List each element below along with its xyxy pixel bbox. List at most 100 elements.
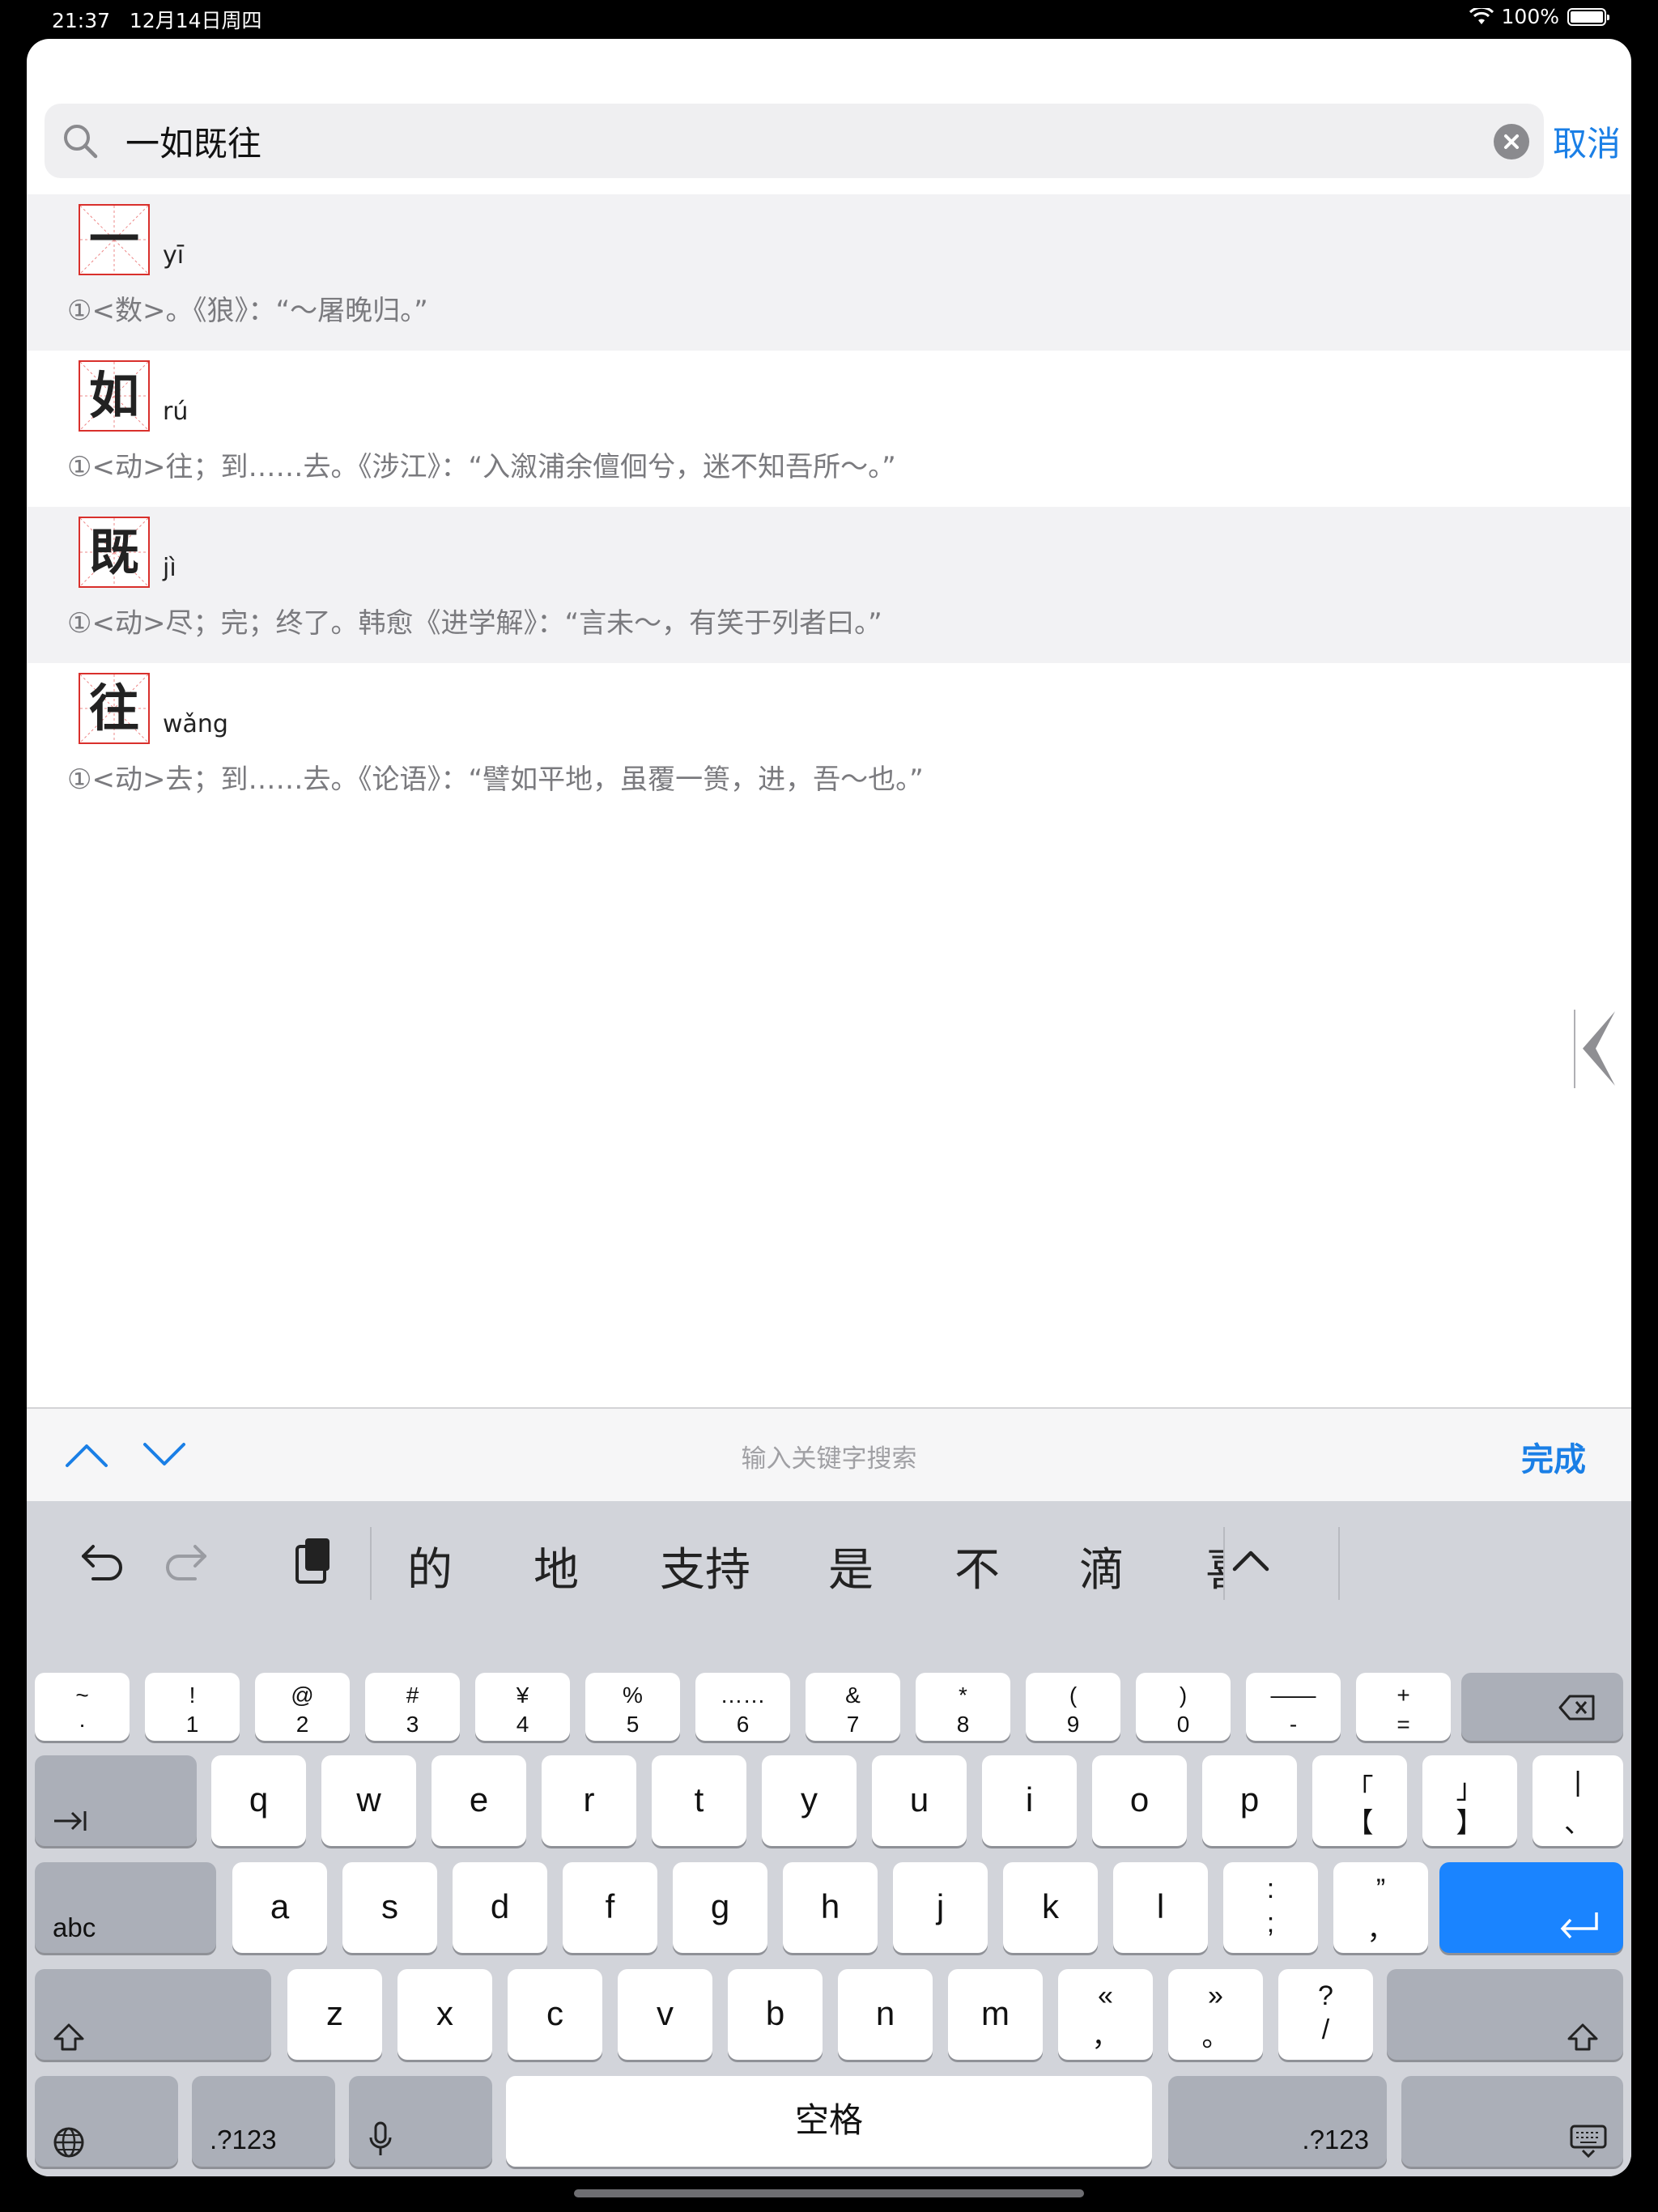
numeric-key-left[interactable]: .?123 [192,2076,335,2167]
key-top: ~ [75,1682,89,1708]
abc-key[interactable]: abc [35,1862,216,1953]
suggestion-item[interactable]: 支持 [660,1534,750,1599]
undo-icon[interactable] [69,1532,125,1589]
character: 往 [88,678,139,738]
result-entry[interactable]: 既 jì ①<动>尽；完；终了。韩愈《进学解》：“言未～，有笑于列者曰。” [27,507,1631,663]
key-w[interactable]: w [321,1755,416,1846]
key-bottom: 8 [956,1712,970,1737]
key-2[interactable]: @2 [255,1673,350,1741]
key-v[interactable]: v [618,1969,712,2060]
side-panel-handle-icon[interactable] [1573,1006,1622,1091]
paste-icon[interactable] [284,1532,341,1589]
key-e[interactable]: e [432,1755,526,1846]
key-symbol[interactable]: ~ · [35,1673,130,1741]
suggestion-item[interactable]: 喜 [1205,1534,1223,1599]
shift-right-key[interactable] [1387,1969,1623,2060]
key-y[interactable]: y [762,1755,857,1846]
cancel-button[interactable]: 取消 [1542,117,1631,166]
key-m[interactable]: m [948,1969,1043,2060]
key-z[interactable]: z [287,1969,382,2060]
numeric-key-right[interactable]: .?123 [1168,2076,1387,2167]
result-entry[interactable]: 往 wǎng ①<动>去；到……去。《论语》：“譬如平地，虽覆一篑，进，吾～也。… [27,663,1631,819]
key-left-guillemet[interactable]: «， [1058,1969,1153,2060]
key-9[interactable]: (9 [1026,1673,1120,1741]
expand-candidates-icon[interactable] [1228,1542,1273,1582]
return-key[interactable] [1439,1862,1623,1953]
key-question[interactable]: ? / [1278,1969,1373,2060]
key-bottom: 7 [846,1712,860,1737]
delete-key[interactable] [1461,1673,1623,1741]
suggestion-item[interactable]: 地 [534,1534,579,1599]
key-s[interactable]: s [342,1862,437,1953]
result-entry[interactable]: 一 yī ①<数>。《狼》：“～屠晚归。” [27,194,1631,351]
key-g[interactable]: g [673,1862,767,1953]
key-8[interactable]: * 8 [916,1673,1010,1741]
return-icon [1560,1912,1598,1939]
key-5[interactable]: % 5 [585,1673,680,1741]
suggestion-item[interactable]: 不 [954,1534,1000,1599]
suggestion-item[interactable]: 是 [828,1534,874,1599]
definition: ①<动>尽；完；终了。韩愈《进学解》：“言未～，有笑于列者曰。” [67,607,882,640]
key-dash[interactable]: —— - [1246,1673,1341,1741]
key-top: & [845,1682,861,1708]
key-t[interactable]: t [652,1755,746,1846]
dismiss-keyboard-key[interactable] [1401,2076,1623,2167]
tab-key[interactable] [35,1755,197,1846]
key-bottom: 3 [406,1712,419,1737]
result-entry[interactable]: 如 rú ①<动>往；到……去。《涉江》：“入溆浦余儃佪兮，迷不知吾所～。” [27,351,1631,507]
key-d[interactable]: d [453,1862,547,1953]
key-top: —— [1270,1682,1316,1708]
key-p[interactable]: p [1202,1755,1297,1846]
key-right-guillemet[interactable]: »。 [1168,1969,1263,2060]
key-bottom: 0 [1176,1712,1190,1737]
key-0[interactable]: ) 0 [1136,1673,1231,1741]
key-left-bracket[interactable]: 「【 [1312,1755,1407,1846]
key-4[interactable]: ¥4 [475,1673,570,1741]
key-i[interactable]: i [982,1755,1077,1846]
key-7[interactable]: & 7 [806,1673,900,1741]
redo-icon[interactable] [163,1532,219,1589]
clear-search-button[interactable] [1494,124,1529,160]
key-k[interactable]: k [1003,1862,1098,1953]
dictation-key[interactable] [349,2076,492,2167]
key-h[interactable]: h [783,1862,878,1953]
key-top: ! [189,1682,196,1708]
key-u[interactable]: u [872,1755,967,1846]
globe-icon [53,2127,84,2158]
globe-key[interactable] [35,2076,178,2167]
suggestion-item[interactable]: 的 [407,1534,453,1599]
character: 如 [88,366,139,425]
key-r[interactable]: r [542,1755,636,1846]
key-f[interactable]: f [563,1862,657,1953]
key-q[interactable]: q [211,1755,306,1846]
character-box: 一 [79,204,150,275]
key-pipe[interactable]: |、 [1533,1755,1623,1846]
key-quote[interactable]: ”， [1333,1862,1428,1953]
key-n[interactable]: n [838,1969,933,2060]
key-o[interactable]: o [1092,1755,1187,1846]
key-c[interactable]: c [508,1969,602,2060]
numeric-label: .?123 [210,2125,277,2155]
key-right-bracket[interactable]: 」】 [1422,1755,1517,1846]
key-j[interactable]: j [893,1862,988,1953]
key-l[interactable]: l [1113,1862,1208,1953]
key-6[interactable]: …… 6 [695,1673,790,1741]
tab-icon [54,1811,87,1831]
shift-left-key[interactable] [35,1969,271,2060]
space-key[interactable]: 空格 [506,2076,1152,2167]
key-x[interactable]: x [397,1969,492,2060]
key-bottom: 4 [516,1712,529,1737]
key-equals[interactable]: + = [1356,1673,1451,1741]
done-button[interactable]: 完成 [1521,1433,1586,1480]
suggestion-item[interactable]: 滴 [1079,1534,1124,1599]
find-placeholder[interactable]: 输入关键字搜索 [27,1438,1631,1474]
search-input[interactable] [125,104,1486,178]
key-1[interactable]: ! 1 [145,1673,240,1741]
key-3[interactable]: #3 [365,1673,460,1741]
home-indicator[interactable] [574,2189,1084,2197]
key-b[interactable]: b [728,1969,823,2060]
key-colon[interactable]: :; [1223,1862,1318,1953]
suggestion-bar: 的 地 支持 是 不 滴 喜 [27,1501,1631,1624]
key-a[interactable]: a [232,1862,327,1953]
status-date: 12月14日周四 [129,9,262,32]
